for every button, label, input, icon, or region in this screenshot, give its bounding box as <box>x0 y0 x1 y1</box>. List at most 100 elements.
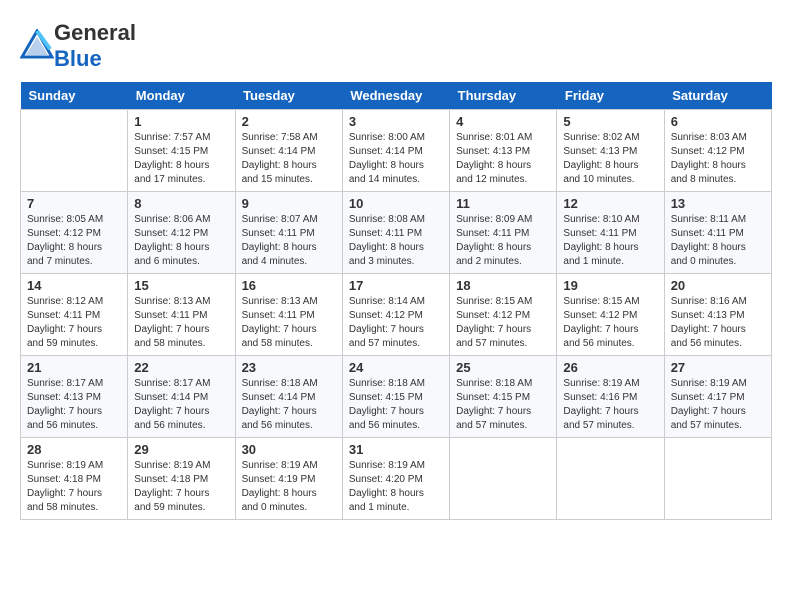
sunrise-label: Sunrise: 8:17 AM <box>134 378 210 389</box>
weekday-header-wednesday: Wednesday <box>342 82 449 110</box>
calendar-cell <box>664 438 771 520</box>
calendar-cell: 7Sunrise: 8:05 AMSunset: 4:12 PMDaylight… <box>21 192 128 274</box>
cell-info: Sunrise: 8:11 AMSunset: 4:11 PMDaylight:… <box>671 213 765 269</box>
sunset-label: Sunset: 4:15 PM <box>134 146 208 157</box>
daylight-label: Daylight: 8 hours and 1 minute. <box>563 242 638 267</box>
daylight-label: Daylight: 8 hours and 6 minutes. <box>134 242 209 267</box>
day-number: 31 <box>349 442 443 457</box>
day-number: 23 <box>242 360 336 375</box>
cell-info: Sunrise: 8:19 AMSunset: 4:18 PMDaylight:… <box>134 459 228 515</box>
daylight-label: Daylight: 8 hours and 1 minute. <box>349 488 424 513</box>
cell-info: Sunrise: 8:08 AMSunset: 4:11 PMDaylight:… <box>349 213 443 269</box>
calendar-cell: 8Sunrise: 8:06 AMSunset: 4:12 PMDaylight… <box>128 192 235 274</box>
sunset-label: Sunset: 4:16 PM <box>563 392 637 403</box>
sunrise-label: Sunrise: 8:17 AM <box>27 378 103 389</box>
sunrise-label: Sunrise: 8:18 AM <box>242 378 318 389</box>
sunset-label: Sunset: 4:11 PM <box>27 310 100 321</box>
daylight-label: Daylight: 8 hours and 15 minutes. <box>242 160 317 185</box>
sunrise-label: Sunrise: 8:00 AM <box>349 132 425 143</box>
daylight-label: Daylight: 7 hours and 58 minutes. <box>242 324 317 349</box>
daylight-label: Daylight: 7 hours and 57 minutes. <box>563 406 638 431</box>
daylight-label: Daylight: 8 hours and 12 minutes. <box>456 160 531 185</box>
day-number: 3 <box>349 114 443 129</box>
calendar-cell <box>557 438 664 520</box>
calendar-table: SundayMondayTuesdayWednesdayThursdayFrid… <box>20 82 772 520</box>
calendar-week-row: 14 Sunrise: 8:12 AMSunset: 4:11 PMDayligh… <box>21 274 772 356</box>
day-number: 12 <box>563 196 657 211</box>
daylight-label: Daylight: 8 hours and 4 minutes. <box>242 242 317 267</box>
day-number: 26 <box>563 360 657 375</box>
day-number: 24 <box>349 360 443 375</box>
day-number: 28 <box>27 442 121 457</box>
calendar-cell: 29Sunrise: 8:19 AMSunset: 4:18 PMDayligh… <box>128 438 235 520</box>
sunset-label: Sunset: 4:11 PM <box>349 228 422 239</box>
daylight-label: Daylight: 7 hours and 57 minutes. <box>456 406 531 431</box>
calendar-cell: 17Sunrise: 8:14 AMSunset: 4:12 PMDayligh… <box>342 274 449 356</box>
logo: General Blue <box>20 20 136 72</box>
calendar-cell: 10 Sunrise: 8:08 AMSunset: 4:11 PMDayligh… <box>342 192 449 274</box>
cell-info: Sunrise: 8:09 AMSunset: 4:11 PMDaylight:… <box>456 213 550 269</box>
calendar-cell: 23 Sunrise: 8:18 AMSunset: 4:14 PMDayligh… <box>235 356 342 438</box>
sunset-label: Sunset: 4:15 PM <box>349 392 423 403</box>
day-number: 7 <box>27 196 121 211</box>
calendar-cell: 11 Sunrise: 8:09 AMSunset: 4:11 PMDayligh… <box>450 192 557 274</box>
cell-info: Sunrise: 8:07 AMSunset: 4:11 PMDaylight:… <box>242 213 336 269</box>
day-number: 11 <box>456 196 550 211</box>
day-number: 1 <box>134 114 228 129</box>
cell-info: Sunrise: 8:17 AMSunset: 4:14 PMDaylight:… <box>134 377 228 433</box>
cell-info: Sunrise: 8:18 AMSunset: 4:15 PMDaylight:… <box>456 377 550 433</box>
sunrise-label: Sunrise: 8:01 AM <box>456 132 532 143</box>
sunset-label: Sunset: 4:11 PM <box>456 228 529 239</box>
sunrise-label: Sunrise: 8:14 AM <box>349 296 425 307</box>
sunrise-label: Sunrise: 8:11 AM <box>671 214 746 225</box>
weekday-header-thursday: Thursday <box>450 82 557 110</box>
sunset-label: Sunset: 4:14 PM <box>242 146 316 157</box>
daylight-label: Daylight: 8 hours and 8 minutes. <box>671 160 746 185</box>
page-header: General Blue <box>20 20 772 72</box>
sunset-label: Sunset: 4:20 PM <box>349 474 423 485</box>
cell-info: Sunrise: 8:18 AMSunset: 4:15 PMDaylight:… <box>349 377 443 433</box>
daylight-label: Daylight: 7 hours and 59 minutes. <box>27 324 102 349</box>
calendar-cell: 28Sunrise: 8:19 AMSunset: 4:18 PMDayligh… <box>21 438 128 520</box>
sunrise-label: Sunrise: 8:15 AM <box>563 296 639 307</box>
daylight-label: Daylight: 7 hours and 56 minutes. <box>563 324 638 349</box>
cell-info: Sunrise: 8:17 AMSunset: 4:13 PMDaylight:… <box>27 377 121 433</box>
sunrise-label: Sunrise: 7:58 AM <box>242 132 318 143</box>
daylight-label: Daylight: 8 hours and 3 minutes. <box>349 242 424 267</box>
sunset-label: Sunset: 4:18 PM <box>134 474 208 485</box>
calendar-cell: 6Sunrise: 8:03 AMSunset: 4:12 PMDaylight… <box>664 110 771 192</box>
cell-info: Sunrise: 8:12 AMSunset: 4:11 PMDaylight:… <box>27 295 121 351</box>
calendar-cell: 19Sunrise: 8:15 AMSunset: 4:12 PMDayligh… <box>557 274 664 356</box>
sunrise-label: Sunrise: 8:13 AM <box>242 296 318 307</box>
calendar-cell <box>21 110 128 192</box>
sunrise-label: Sunrise: 8:19 AM <box>242 460 318 471</box>
daylight-label: Daylight: 7 hours and 57 minutes. <box>349 324 424 349</box>
day-number: 14 <box>27 278 121 293</box>
cell-info: Sunrise: 8:01 AMSunset: 4:13 PMDaylight:… <box>456 131 550 187</box>
logo-icon <box>20 29 54 63</box>
day-number: 18 <box>456 278 550 293</box>
day-number: 10 <box>349 196 443 211</box>
cell-info: Sunrise: 8:19 AMSunset: 4:16 PMDaylight:… <box>563 377 657 433</box>
cell-info: Sunrise: 8:15 AMSunset: 4:12 PMDaylight:… <box>563 295 657 351</box>
cell-info: Sunrise: 8:13 AMSunset: 4:11 PMDaylight:… <box>242 295 336 351</box>
cell-info: Sunrise: 8:00 AMSunset: 4:14 PMDaylight:… <box>349 131 443 187</box>
calendar-week-row: 7Sunrise: 8:05 AMSunset: 4:12 PMDaylight… <box>21 192 772 274</box>
sunset-label: Sunset: 4:18 PM <box>27 474 101 485</box>
cell-info: Sunrise: 8:18 AMSunset: 4:14 PMDaylight:… <box>242 377 336 433</box>
sunset-label: Sunset: 4:12 PM <box>349 310 423 321</box>
calendar-cell: 9Sunrise: 8:07 AMSunset: 4:11 PMDaylight… <box>235 192 342 274</box>
day-number: 25 <box>456 360 550 375</box>
sunset-label: Sunset: 4:11 PM <box>563 228 636 239</box>
sunrise-label: Sunrise: 8:10 AM <box>563 214 639 225</box>
calendar-cell: 24 Sunrise: 8:18 AMSunset: 4:15 PMDayligh… <box>342 356 449 438</box>
weekday-header-sunday: Sunday <box>21 82 128 110</box>
daylight-label: Daylight: 8 hours and 0 minutes. <box>242 488 317 513</box>
sunrise-label: Sunrise: 8:16 AM <box>671 296 747 307</box>
logo-blue: Blue <box>54 46 102 71</box>
day-number: 16 <box>242 278 336 293</box>
day-number: 2 <box>242 114 336 129</box>
sunset-label: Sunset: 4:13 PM <box>27 392 101 403</box>
sunrise-label: Sunrise: 8:03 AM <box>671 132 747 143</box>
sunset-label: Sunset: 4:12 PM <box>27 228 101 239</box>
